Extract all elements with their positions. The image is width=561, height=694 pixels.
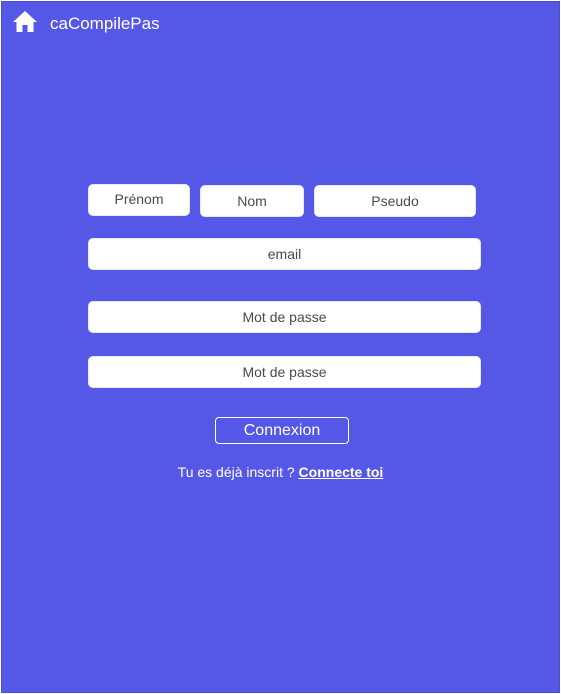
login-prompt-text: Tu es déjà inscrit ? xyxy=(177,464,299,480)
email-input[interactable] xyxy=(88,238,481,270)
home-icon[interactable] xyxy=(12,10,38,34)
header: caCompilePas xyxy=(2,2,559,46)
connexion-button[interactable]: Connexion xyxy=(215,417,349,444)
home-icon-graphic xyxy=(13,11,37,32)
app-root: caCompilePas Connexion Tu es déjà inscri… xyxy=(1,1,560,693)
connecte-toi-link[interactable]: Connecte toi xyxy=(299,464,384,480)
login-prompt: Tu es déjà inscrit ? Connecte toi xyxy=(2,463,559,481)
password-input[interactable] xyxy=(88,301,481,333)
nom-input[interactable] xyxy=(200,185,304,217)
prenom-input[interactable] xyxy=(88,184,190,216)
app-title[interactable]: caCompilePas xyxy=(50,14,160,34)
pseudo-input[interactable] xyxy=(314,185,476,217)
password-confirm-input[interactable] xyxy=(88,356,481,388)
